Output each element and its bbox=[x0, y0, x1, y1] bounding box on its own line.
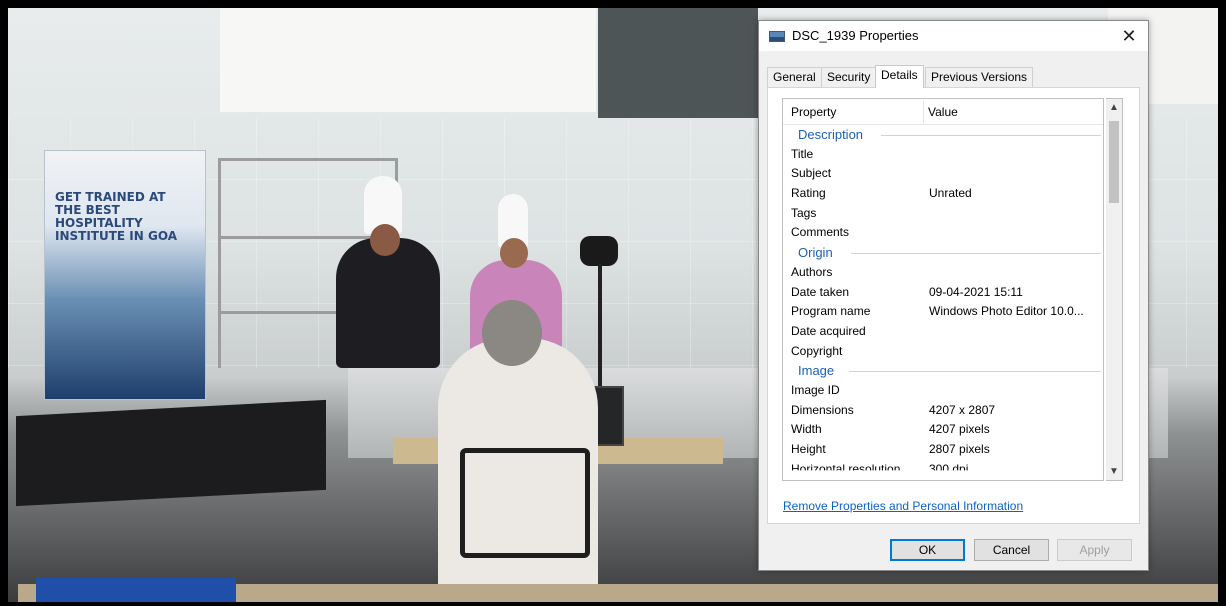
property-name: Dimensions bbox=[791, 402, 854, 417]
dialog-title: DSC_1939 Properties bbox=[792, 28, 919, 43]
property-name: Subject bbox=[791, 166, 832, 181]
group-heading: Origin bbox=[798, 245, 833, 261]
seated-person-head bbox=[482, 300, 542, 366]
details-panel: Property Value Description Title Subject… bbox=[767, 87, 1140, 524]
property-name: Horizontal resolution bbox=[791, 461, 901, 476]
camera bbox=[580, 236, 618, 266]
blue-tray bbox=[36, 578, 236, 602]
table-row[interactable]: Comments bbox=[783, 223, 1103, 243]
scroll-up-icon[interactable]: ▲ bbox=[1106, 99, 1122, 116]
display-table bbox=[16, 399, 326, 507]
group-description: Description bbox=[783, 125, 1103, 145]
property-value: Unrated bbox=[929, 186, 972, 201]
table-row[interactable]: Date acquired bbox=[783, 322, 1103, 342]
remove-properties-link[interactable]: Remove Properties and Personal Informati… bbox=[783, 499, 1023, 513]
group-divider bbox=[849, 371, 1101, 373]
column-header-property[interactable]: Property bbox=[791, 105, 836, 119]
property-name: Date taken bbox=[791, 284, 850, 299]
property-name: Comments bbox=[791, 225, 850, 240]
image-file-icon bbox=[769, 31, 785, 42]
property-name: Width bbox=[791, 422, 822, 437]
table-row[interactable]: Date taken 09-04-2021 15:11 bbox=[783, 283, 1103, 303]
property-value: Windows Photo Editor 10.0... bbox=[929, 304, 1084, 319]
property-name: Authors bbox=[791, 264, 833, 279]
chair bbox=[460, 448, 590, 558]
property-list[interactable]: Property Value Description Title Subject… bbox=[782, 98, 1104, 481]
vertical-scrollbar[interactable]: ▲ ▼ bbox=[1106, 98, 1123, 481]
table-row[interactable]: Rating Unrated bbox=[783, 184, 1103, 204]
table-row[interactable]: Horizontal resolution 300 dpi bbox=[783, 460, 1103, 476]
chef-head-right bbox=[500, 238, 528, 268]
banner-text: GET TRAINED AT THE BEST HOSPITALITY INST… bbox=[55, 190, 177, 243]
chef-head-left bbox=[370, 224, 400, 256]
table-row[interactable]: Title bbox=[783, 145, 1103, 165]
dialog-titlebar[interactable]: DSC_1939 Properties ✕ bbox=[759, 21, 1148, 51]
group-divider bbox=[851, 253, 1101, 255]
group-divider bbox=[881, 135, 1101, 136]
property-name: Title bbox=[791, 146, 814, 161]
table-row[interactable]: Authors bbox=[783, 263, 1103, 283]
table-row[interactable]: Height 2807 pixels bbox=[783, 440, 1103, 460]
tab-details[interactable]: Details bbox=[875, 65, 924, 88]
scroll-thumb[interactable] bbox=[1109, 121, 1119, 203]
property-value: 300 dpi bbox=[929, 461, 969, 476]
property-name: Tags bbox=[791, 205, 817, 220]
table-row[interactable]: Subject bbox=[783, 164, 1103, 184]
institute-banner: GET TRAINED AT THE BEST HOSPITALITY INST… bbox=[44, 150, 206, 400]
chef-left bbox=[336, 238, 440, 368]
property-name: Image ID bbox=[791, 382, 840, 397]
table-row[interactable]: Program name Windows Photo Editor 10.0... bbox=[783, 302, 1103, 322]
tab-previous-versions[interactable]: Previous Versions bbox=[925, 67, 1034, 87]
group-image: Image bbox=[783, 361, 1103, 381]
property-name: Height bbox=[791, 442, 826, 456]
tab-security[interactable]: Security bbox=[821, 67, 877, 87]
property-name: Program name bbox=[791, 304, 871, 319]
projector-screen bbox=[220, 8, 596, 112]
ok-button[interactable]: OK bbox=[890, 539, 965, 561]
property-value: 4207 x 2807 bbox=[929, 402, 996, 417]
table-row[interactable]: Tags bbox=[783, 204, 1103, 224]
apply-button[interactable]: Apply bbox=[1057, 539, 1132, 561]
table-row[interactable]: Width 4207 pixels bbox=[783, 420, 1103, 440]
group-origin: Origin bbox=[783, 243, 1103, 263]
column-header-value[interactable]: Value bbox=[928, 105, 958, 119]
property-rows: Description Title Subject Rating Unrated … bbox=[783, 125, 1103, 479]
property-value: 4207 pixels bbox=[929, 422, 990, 437]
table-row[interactable]: Dimensions 4207 x 2807 bbox=[783, 401, 1103, 421]
column-divider[interactable] bbox=[923, 101, 924, 123]
property-name: Date acquired bbox=[791, 323, 866, 338]
display-screen bbox=[598, 8, 758, 118]
scroll-down-icon[interactable]: ▼ bbox=[1106, 463, 1122, 480]
table-row[interactable]: Copyright bbox=[783, 342, 1103, 362]
property-value: 09-04-2021 15:11 bbox=[929, 284, 1023, 299]
close-icon[interactable]: ✕ bbox=[1116, 24, 1142, 48]
cancel-button[interactable]: Cancel bbox=[974, 539, 1049, 561]
property-value: 2807 pixels bbox=[929, 442, 990, 456]
list-header: Property Value bbox=[783, 99, 1103, 125]
tab-general[interactable]: General bbox=[767, 67, 822, 87]
properties-dialog: DSC_1939 Properties ✕ General Security D… bbox=[758, 20, 1149, 571]
property-name: Rating bbox=[791, 186, 826, 201]
table-row[interactable]: Image ID bbox=[783, 381, 1103, 401]
group-heading: Image bbox=[798, 363, 835, 379]
group-heading: Description bbox=[798, 127, 864, 142]
property-name: Copyright bbox=[791, 343, 843, 358]
